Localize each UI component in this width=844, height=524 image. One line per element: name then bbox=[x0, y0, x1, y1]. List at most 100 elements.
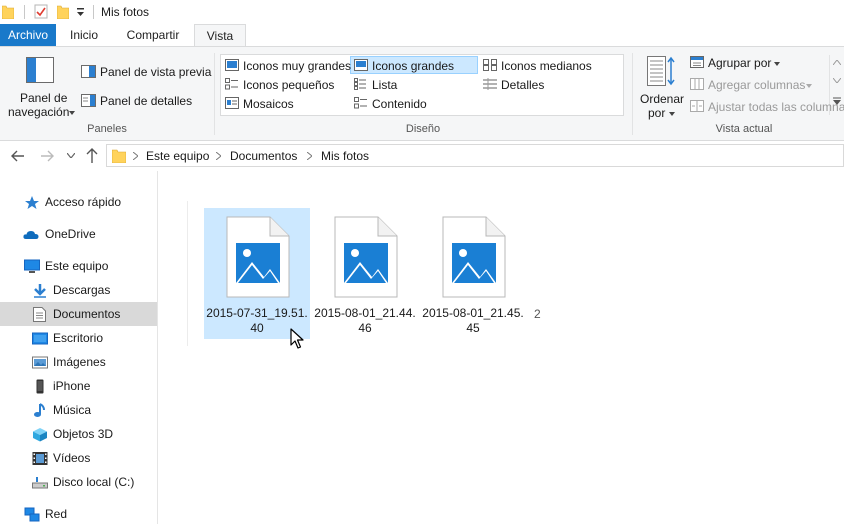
chevron-down-icon bbox=[774, 62, 780, 66]
group-by-icon bbox=[690, 56, 704, 68]
navigation-pane-button[interactable]: Panel de navegación bbox=[6, 53, 75, 119]
sidebar-item-label: Disco local (C:) bbox=[53, 475, 135, 489]
group-label-current-view: Vista actual bbox=[715, 123, 773, 135]
tab-archivo[interactable]: Archivo bbox=[0, 24, 56, 46]
download-arrow-icon bbox=[34, 284, 46, 298]
qat-customize-icon[interactable] bbox=[76, 7, 85, 18]
file-name: 2015-08-01_21.44.46 bbox=[314, 306, 416, 335]
layout-tiles[interactable]: Mosaicos bbox=[223, 95, 349, 112]
sidebar-item-local-disk[interactable]: Disco local (C:) bbox=[0, 470, 157, 494]
music-note-icon bbox=[34, 403, 45, 417]
small-icons-icon bbox=[225, 78, 238, 90]
title-bar: Mis fotos bbox=[0, 0, 844, 24]
sidebar-item-label: Objetos 3D bbox=[53, 427, 114, 441]
sidebar-item-label: iPhone bbox=[53, 379, 91, 393]
group-by-label: Agrupar por bbox=[708, 56, 772, 70]
sidebar-item-music[interactable]: Música bbox=[0, 398, 157, 422]
film-icon bbox=[32, 452, 48, 465]
address-bar[interactable]: Este equipo Documentos Mis fotos bbox=[106, 144, 844, 167]
list-icon bbox=[354, 78, 366, 90]
sidebar-item-videos[interactable]: Vídeos bbox=[0, 446, 157, 470]
phone-icon bbox=[36, 379, 44, 394]
fit-columns-button[interactable]: Ajustar todas las columnas bbox=[688, 97, 844, 115]
mouse-cursor-icon bbox=[290, 328, 304, 349]
sidebar-item-this-pc[interactable]: Este equipo bbox=[0, 254, 157, 278]
layout-list-label: Lista bbox=[372, 78, 398, 92]
large-icons-icon bbox=[354, 59, 368, 71]
details-pane-button[interactable]: Panel de detalles bbox=[80, 92, 208, 110]
layout-small-label: Iconos pequeños bbox=[243, 78, 335, 92]
layout-large-icons[interactable]: Iconos grandes bbox=[352, 57, 478, 74]
forward-arrow-icon[interactable] bbox=[40, 150, 54, 162]
layout-content[interactable]: Contenido bbox=[352, 95, 478, 112]
add-columns-icon bbox=[690, 78, 704, 90]
tiles-icon bbox=[225, 97, 239, 109]
medium-icons-icon bbox=[483, 59, 497, 71]
chevron-up-icon[interactable] bbox=[833, 60, 841, 65]
truncated-file-label: 2 bbox=[534, 307, 541, 321]
file-item[interactable]: 2015-08-01_21.45.45 bbox=[420, 208, 526, 339]
ribbon-tabs: Archivo Inicio Compartir Vista bbox=[0, 24, 844, 47]
tab-vista[interactable]: Vista bbox=[194, 24, 246, 47]
star-icon bbox=[25, 196, 39, 209]
preview-pane-icon bbox=[81, 65, 96, 78]
details-pane-icon bbox=[81, 94, 96, 107]
fit-columns-icon bbox=[690, 100, 704, 112]
sidebar-item-label: Red bbox=[45, 507, 68, 521]
new-folder-icon[interactable] bbox=[57, 4, 69, 19]
details-pane-label: Panel de detalles bbox=[100, 94, 193, 108]
document-icon bbox=[33, 307, 46, 322]
group-label-layout: Diseño bbox=[405, 123, 441, 135]
sidebar-item-onedrive[interactable]: OneDrive bbox=[0, 222, 157, 246]
group-by-button[interactable]: Agrupar por bbox=[688, 53, 798, 71]
layout-extra-large-icons[interactable]: Iconos muy grandes bbox=[223, 57, 351, 74]
ribbon: Panel de navegación Panel de vista previ… bbox=[0, 46, 844, 141]
sidebar-item-downloads[interactable]: Descargas bbox=[0, 278, 157, 302]
breadcrumb-documentos[interactable]: Documentos bbox=[230, 149, 297, 163]
sort-by-label-2: por bbox=[648, 106, 666, 120]
sidebar-item-3d-objects[interactable]: Objetos 3D bbox=[0, 422, 157, 446]
network-icon bbox=[24, 507, 40, 522]
sidebar-item-iphone[interactable]: iPhone bbox=[0, 374, 157, 398]
tab-compartir[interactable]: Compartir bbox=[116, 24, 190, 46]
chevron-down-icon bbox=[806, 84, 812, 88]
sidebar-item-label: Acceso rápido bbox=[45, 195, 122, 209]
sidebar-item-pictures[interactable]: Imágenes bbox=[0, 350, 157, 374]
recent-locations-chevron-icon[interactable] bbox=[67, 153, 75, 158]
chevron-down-icon[interactable] bbox=[833, 78, 841, 83]
layout-content-label: Contenido bbox=[372, 97, 427, 111]
sidebar-item-label: OneDrive bbox=[45, 227, 96, 241]
layout-details[interactable]: Detalles bbox=[481, 76, 607, 93]
image-file-icon bbox=[334, 216, 398, 298]
sidebar-item-quick-access[interactable]: Acceso rápido bbox=[0, 190, 157, 214]
file-item[interactable]: 2015-07-31_19.51.40 bbox=[204, 208, 310, 339]
file-view: 2015-07-31_19.51.40 2015-08-01_21.44.46 … bbox=[159, 171, 844, 524]
sidebar-item-documents[interactable]: Documentos bbox=[0, 302, 157, 326]
chevron-right-icon[interactable] bbox=[216, 152, 221, 160]
add-columns-button[interactable]: Agregar columnas bbox=[688, 75, 818, 93]
navigation-pane-label-1: Panel de bbox=[20, 91, 68, 105]
back-arrow-icon[interactable] bbox=[11, 150, 25, 162]
chevron-right-icon[interactable] bbox=[307, 152, 312, 160]
sidebar-item-label: Este equipo bbox=[45, 259, 109, 273]
sidebar-item-network[interactable]: Red bbox=[0, 502, 157, 524]
breadcrumb-mis-fotos[interactable]: Mis fotos bbox=[321, 149, 369, 163]
sidebar-item-label: Descargas bbox=[53, 283, 111, 297]
layout-medium-icons[interactable]: Iconos medianos bbox=[481, 57, 607, 74]
sidebar-item-label: Vídeos bbox=[53, 451, 91, 465]
preview-pane-button[interactable]: Panel de vista previa bbox=[80, 63, 211, 81]
tab-inicio[interactable]: Inicio bbox=[60, 24, 108, 46]
sort-by-button[interactable]: Ordenar por bbox=[638, 53, 686, 120]
breadcrumb-este-equipo[interactable]: Este equipo bbox=[146, 149, 209, 163]
cube-icon bbox=[33, 428, 47, 442]
properties-icon[interactable] bbox=[34, 4, 48, 19]
layout-small-icons[interactable]: Iconos pequeños bbox=[223, 76, 349, 93]
up-arrow-icon[interactable] bbox=[86, 148, 98, 163]
file-item[interactable]: 2015-08-01_21.44.46 bbox=[312, 208, 418, 339]
layout-medium-label: Iconos medianos bbox=[501, 59, 592, 73]
chevron-right-icon[interactable] bbox=[133, 152, 138, 160]
sort-by-icon bbox=[647, 56, 675, 86]
layout-list[interactable]: Lista bbox=[352, 76, 478, 93]
sidebar-item-desktop[interactable]: Escritorio bbox=[0, 326, 157, 350]
chevron-down-icon bbox=[669, 112, 675, 116]
